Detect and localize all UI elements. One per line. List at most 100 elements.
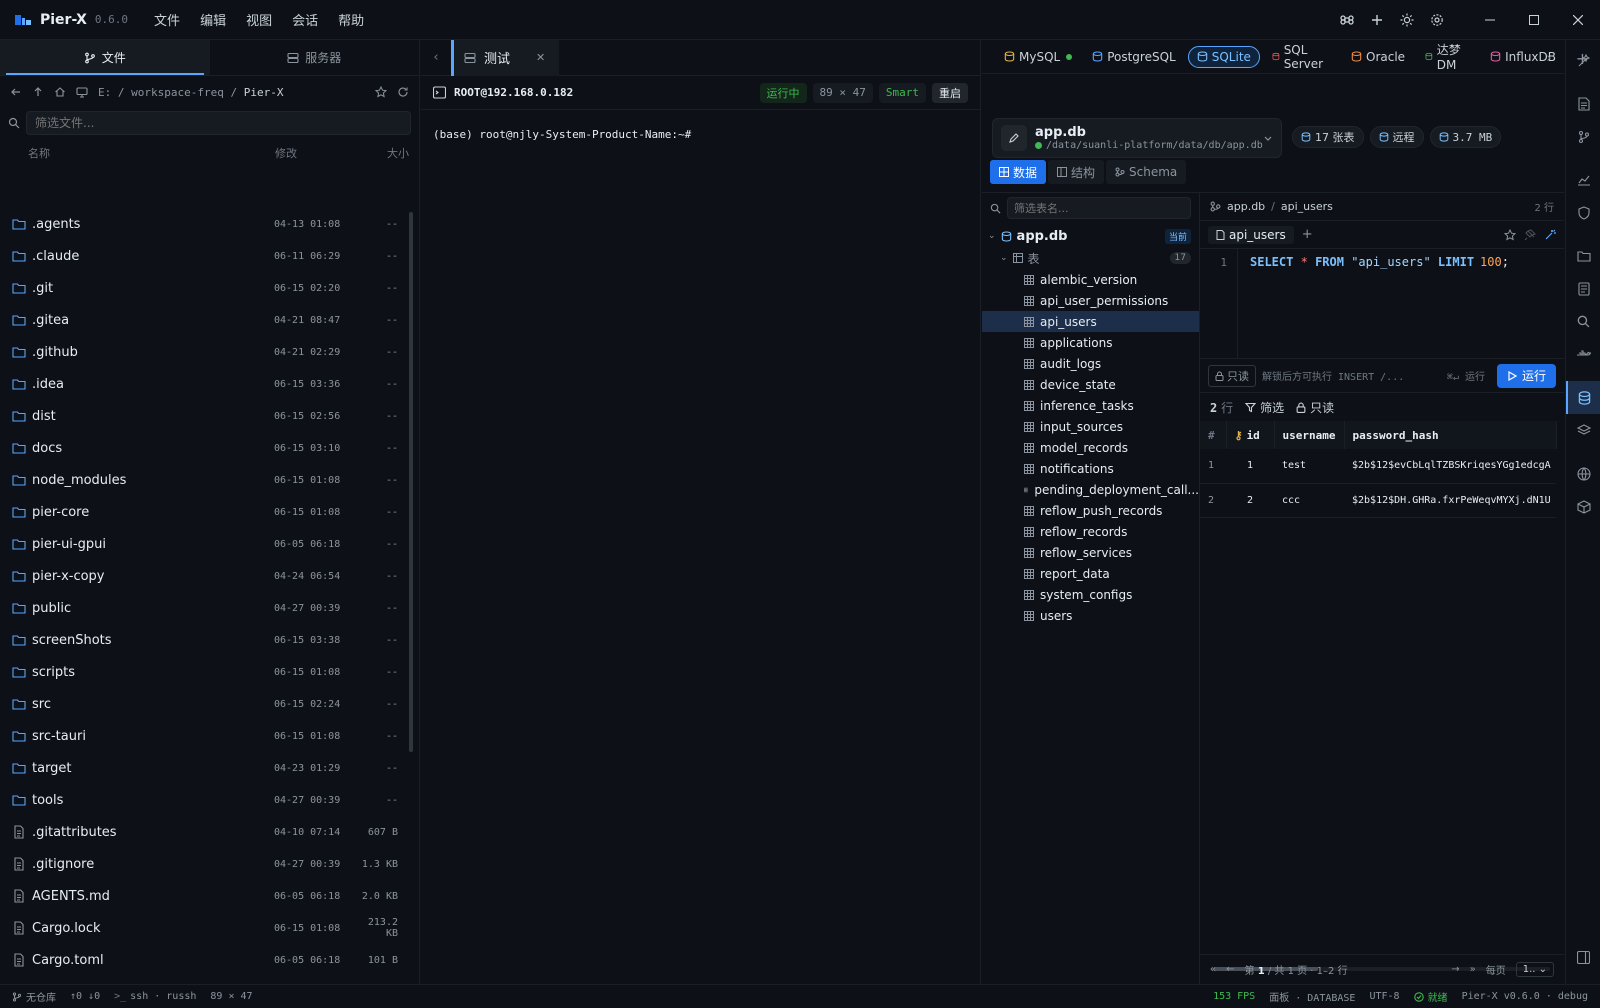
last-page-button[interactable]: » [1470, 964, 1476, 975]
table-item[interactable]: users [982, 605, 1199, 626]
maximize-icon[interactable] [1512, 0, 1556, 40]
table-item[interactable]: device_state [982, 374, 1199, 395]
table-item[interactable]: input_sources [982, 416, 1199, 437]
tree-tables-group[interactable]: ⌄ 表 17 [982, 247, 1199, 269]
globe-icon[interactable] [1566, 457, 1600, 490]
table-item[interactable]: api_users [982, 311, 1199, 332]
table-item[interactable]: audit_logs [982, 353, 1199, 374]
folder-row[interactable]: .agents 04-13 01:08 -- [0, 208, 414, 240]
table-cell[interactable]: 1 [1226, 449, 1274, 484]
chart-icon[interactable] [1566, 163, 1600, 196]
table-cell[interactable]: 2 [1200, 483, 1226, 518]
package-icon[interactable] [1566, 490, 1600, 523]
file-row[interactable]: Cargo.toml 06-05 06:18 101 B [0, 944, 414, 976]
document-icon[interactable] [1566, 87, 1600, 120]
database-icon[interactable] [1566, 381, 1600, 414]
driver-tab-sqlite[interactable]: SQLite [1187, 45, 1260, 68]
table-item[interactable]: model_records [982, 437, 1199, 458]
folder-row[interactable]: .idea 06-15 03:36 -- [0, 368, 414, 400]
folder-row[interactable]: dist 06-15 02:56 -- [0, 400, 414, 432]
logs-icon[interactable] [1566, 272, 1600, 305]
folder-sync-icon[interactable] [1566, 239, 1600, 272]
folder-row[interactable]: tools 04-27 00:39 -- [0, 784, 414, 816]
back-arrow-icon[interactable] [10, 86, 22, 98]
col-size[interactable]: 大小 [387, 145, 409, 161]
terminal-tab[interactable]: 测试 ✕ [451, 39, 560, 76]
tree-db-node[interactable]: ⌄ app.db 当前 [982, 225, 1199, 247]
folder-row[interactable]: screenShots 06-15 03:38 -- [0, 624, 414, 656]
close-window-icon[interactable] [1556, 0, 1600, 40]
table-cell[interactable]: 1 [1200, 449, 1226, 484]
command-icon[interactable] [1332, 0, 1362, 40]
run-button[interactable]: 运行 [1496, 363, 1556, 388]
git-branch-icon[interactable] [1566, 120, 1600, 153]
tab-data[interactable]: 数据 [990, 160, 1047, 184]
menu-edit[interactable]: 编辑 [200, 10, 226, 29]
sql-code[interactable]: SELECT * FROM "api_users" LIMIT 100; [1238, 249, 1521, 358]
table-item[interactable]: pending_deployment_call... [982, 479, 1199, 500]
filter-button[interactable]: 筛选 [1245, 399, 1284, 416]
shield-icon[interactable] [1566, 196, 1600, 229]
tab-scroll-left-icon[interactable]: ‹ [421, 50, 451, 65]
plus-icon[interactable] [1362, 0, 1392, 40]
table-item[interactable]: system_configs [982, 584, 1199, 605]
edit-db-icon[interactable] [1001, 125, 1027, 151]
first-page-button[interactable]: « [1210, 964, 1216, 975]
tab-schema[interactable]: Schema [1106, 160, 1187, 184]
minimize-icon[interactable] [1468, 0, 1512, 40]
folder-row[interactable]: pier-ui-gpui 06-05 06:18 -- [0, 528, 414, 560]
home-icon[interactable] [54, 86, 66, 98]
table-cell[interactable]: test [1274, 449, 1344, 484]
table-item[interactable]: notifications [982, 458, 1199, 479]
file-list-scrollbar[interactable] [409, 212, 413, 752]
tab-servers[interactable]: 服务器 [210, 40, 420, 75]
tab-files[interactable]: 文件 [0, 40, 210, 75]
driver-tab-postgresql[interactable]: PostgreSQL [1084, 46, 1184, 68]
table-item[interactable]: alembic_version [982, 269, 1199, 290]
folder-row[interactable]: scripts 06-15 01:08 -- [0, 656, 414, 688]
repo-status[interactable]: 无仓库 [12, 989, 56, 1004]
table-item[interactable]: reflow_records [982, 521, 1199, 542]
table-cell[interactable]: 2 [1226, 483, 1274, 518]
star-icon[interactable] [375, 86, 387, 98]
page-size-select[interactable]: 1.. ⌄ [1515, 962, 1554, 977]
restart-button[interactable]: 重启 [932, 82, 968, 103]
table-cell[interactable]: $2b$12$DH.GHRa.fxrPeWeqvMYXj.dN1U [1344, 483, 1556, 518]
breadcrumb-current[interactable]: Pier-X [244, 86, 284, 99]
menu-view[interactable]: 视图 [246, 10, 272, 29]
magic-wand-icon[interactable] [1544, 229, 1556, 241]
table-item[interactable]: reflow_services [982, 542, 1199, 563]
sql-editor[interactable]: 1 SELECT * FROM "api_users" LIMIT 100; [1200, 249, 1564, 359]
menu-session[interactable]: 会话 [292, 10, 318, 29]
menu-file[interactable]: 文件 [154, 10, 180, 29]
column-header[interactable]: username [1274, 421, 1345, 449]
col-name[interactable]: 名称 [28, 145, 275, 161]
tab-structure[interactable]: 结构 [1048, 160, 1105, 184]
readonly-toggle-button[interactable]: 只读 [1208, 364, 1256, 387]
docker-icon[interactable] [1566, 338, 1600, 371]
table-cell[interactable]: ccc [1274, 483, 1344, 518]
db-file-card[interactable]: app.db /data/suanli-platform/data/db/app… [992, 118, 1282, 158]
driver-tab-oracle[interactable]: Oracle [1343, 46, 1413, 68]
file-row[interactable]: .gitignore 04-27 00:39 1.3 KB [0, 848, 414, 880]
folder-row[interactable]: .git 06-15 02:20 -- [0, 272, 414, 304]
column-header[interactable]: password_hash [1344, 421, 1557, 449]
table-item[interactable]: reflow_push_records [982, 500, 1199, 521]
tab-scroll-right-icon[interactable]: › [1534, 40, 1564, 76]
table-cell[interactable]: $2b$12$evCbLqlTZBSKriqesYGg1edcgA [1344, 449, 1556, 484]
folder-row[interactable]: src-tauri 06-15 01:08 -- [0, 720, 414, 752]
driver-tab-达梦-dm[interactable]: 达梦 DM [1417, 43, 1478, 72]
table-item[interactable]: inference_tasks [982, 395, 1199, 416]
column-header[interactable]: ⚷ id [1226, 421, 1275, 449]
layers-icon[interactable] [1566, 414, 1600, 447]
breadcrumb-drive[interactable]: E: [98, 86, 111, 99]
settings-gear-icon[interactable] [1422, 0, 1452, 40]
encoding-status[interactable]: UTF-8 [1369, 991, 1399, 1002]
file-row[interactable]: Cargo.lock 06-15 01:08 213.2 KB [0, 912, 414, 944]
theme-sun-icon[interactable] [1392, 0, 1422, 40]
breadcrumb-dir[interactable]: workspace-freq [131, 86, 224, 99]
query-tab[interactable]: api_users [1208, 225, 1294, 244]
driver-tab-sql-server[interactable]: SQL Server [1264, 43, 1339, 71]
folder-row[interactable]: target 04-23 01:29 -- [0, 752, 414, 784]
monitor-icon[interactable] [76, 86, 88, 98]
